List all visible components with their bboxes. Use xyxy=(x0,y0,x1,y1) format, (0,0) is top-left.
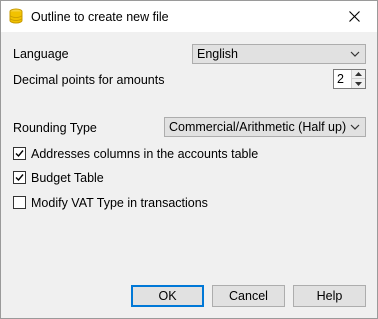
spin-buttons xyxy=(351,70,365,88)
language-selected-value: English xyxy=(197,47,238,61)
rounding-label: Rounding Type xyxy=(13,121,97,135)
help-button[interactable]: Help xyxy=(293,285,366,307)
checkbox[interactable] xyxy=(13,147,26,160)
app-logo-icon xyxy=(8,8,24,24)
decimals-value: 2 xyxy=(337,72,344,86)
window-title: Outline to create new file xyxy=(31,10,169,24)
decimals-spinbox[interactable]: 2 xyxy=(333,69,366,89)
spin-up-button[interactable] xyxy=(352,70,365,79)
spin-down-button[interactable] xyxy=(352,79,365,88)
cancel-button[interactable]: Cancel xyxy=(212,285,285,307)
option-label: Addresses columns in the accounts table xyxy=(31,147,259,161)
close-icon xyxy=(348,11,360,22)
option-label: Modify VAT Type in transactions xyxy=(31,196,208,210)
checkbox[interactable] xyxy=(13,171,26,184)
checkmark-icon xyxy=(15,150,24,158)
arrow-down-icon xyxy=(355,81,362,86)
arrow-up-icon xyxy=(355,72,362,76)
ok-button[interactable]: OK xyxy=(131,285,204,307)
option-label: Budget Table xyxy=(31,171,104,185)
language-select[interactable]: English xyxy=(192,44,366,64)
checkbox[interactable] xyxy=(13,196,26,209)
decimals-label: Decimal points for amounts xyxy=(13,73,165,87)
rounding-selected-value: Commercial/Arithmetic (Half up) xyxy=(169,120,347,134)
close-button[interactable] xyxy=(331,1,377,32)
language-label: Language xyxy=(13,47,69,61)
chevron-down-icon xyxy=(350,124,360,130)
title-bar[interactable]: Outline to create new file xyxy=(1,1,377,32)
chevron-down-icon xyxy=(350,51,360,57)
dialog-window: Outline to create new file Language Engl… xyxy=(0,0,378,319)
rounding-select[interactable]: Commercial/Arithmetic (Half up) xyxy=(164,117,366,137)
checkmark-icon xyxy=(15,174,24,182)
